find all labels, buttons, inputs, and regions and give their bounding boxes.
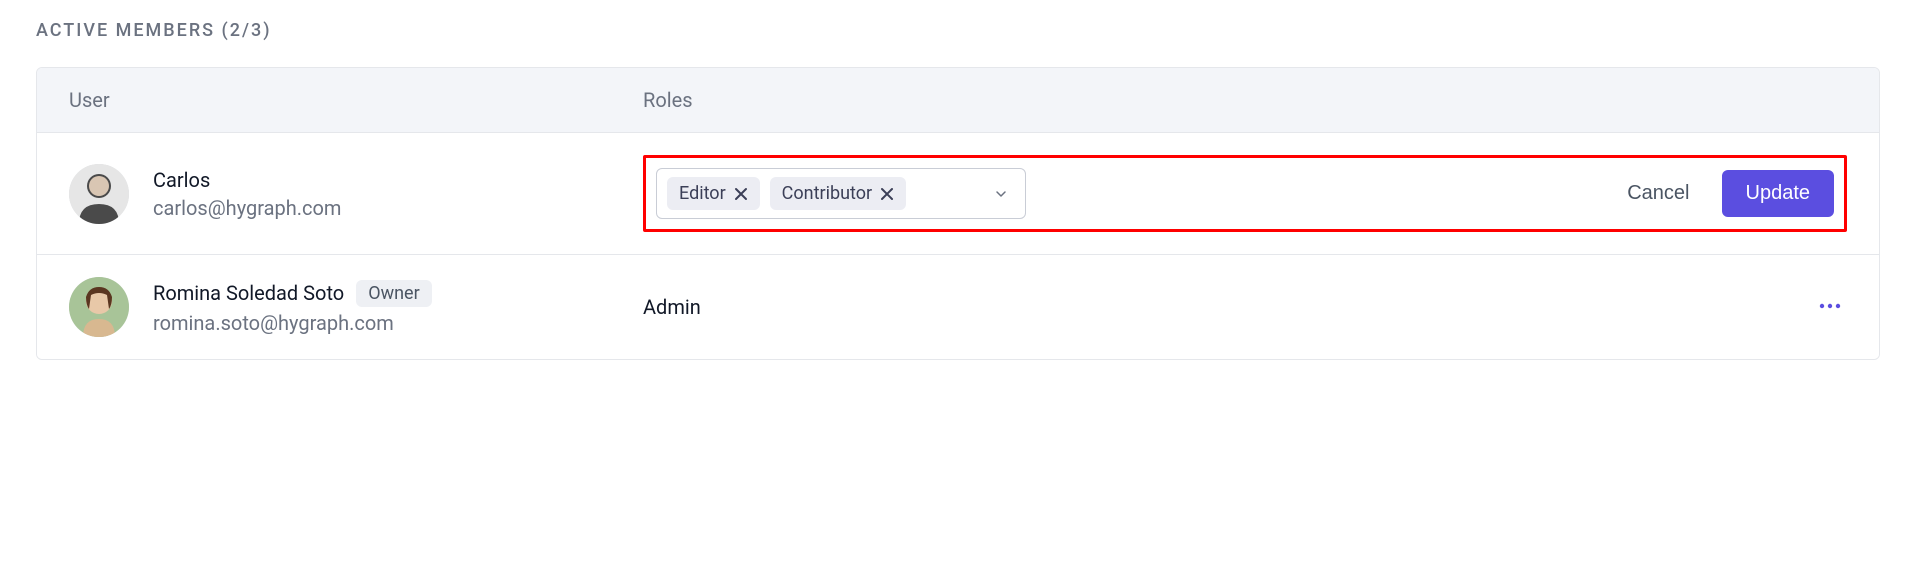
avatar — [69, 277, 129, 337]
table-header: User Roles — [37, 68, 1879, 132]
members-table: User Roles Carlos carlos@hygraph.com — [36, 67, 1880, 360]
owner-badge: Owner — [356, 280, 432, 307]
table-row: Carlos carlos@hygraph.com Editor Contrib… — [37, 132, 1879, 254]
section-title: ACTIVE MEMBERS (2/3) — [36, 20, 1880, 41]
user-email: carlos@hygraph.com — [153, 196, 341, 220]
user-meta: Carlos carlos@hygraph.com — [153, 168, 341, 220]
avatar — [69, 164, 129, 224]
column-header-user: User — [69, 88, 643, 112]
user-email: romina.soto@hygraph.com — [153, 311, 432, 335]
more-actions-button[interactable] — [1813, 289, 1847, 326]
cancel-button[interactable]: Cancel — [1613, 172, 1703, 215]
role-chip-editor: Editor — [667, 177, 760, 210]
roles-cell: Editor Contributor — [643, 155, 1847, 232]
chevron-down-icon[interactable] — [987, 188, 1015, 200]
chip-label: Editor — [679, 183, 726, 204]
user-cell: Romina Soledad Soto Owner romina.soto@hy… — [69, 277, 643, 337]
role-edit-highlight: Editor Contributor — [643, 155, 1847, 232]
role-chip-contributor: Contributor — [770, 177, 906, 210]
more-horizontal-icon — [1819, 295, 1841, 320]
user-meta: Romina Soledad Soto Owner romina.soto@hy… — [153, 280, 432, 335]
user-cell: Carlos carlos@hygraph.com — [69, 164, 643, 224]
role-text: Admin — [643, 295, 701, 319]
user-name: Romina Soledad Soto — [153, 281, 344, 305]
roles-cell: Admin — [643, 295, 1787, 319]
chip-label: Contributor — [782, 183, 872, 204]
remove-role-icon[interactable] — [880, 187, 894, 201]
remove-role-icon[interactable] — [734, 187, 748, 201]
table-row: Romina Soledad Soto Owner romina.soto@hy… — [37, 254, 1879, 359]
row-actions — [1787, 289, 1847, 326]
user-name: Carlos — [153, 168, 210, 192]
update-button[interactable]: Update — [1722, 170, 1835, 217]
column-header-roles: Roles — [643, 88, 1847, 112]
roles-multiselect[interactable]: Editor Contributor — [656, 168, 1026, 219]
